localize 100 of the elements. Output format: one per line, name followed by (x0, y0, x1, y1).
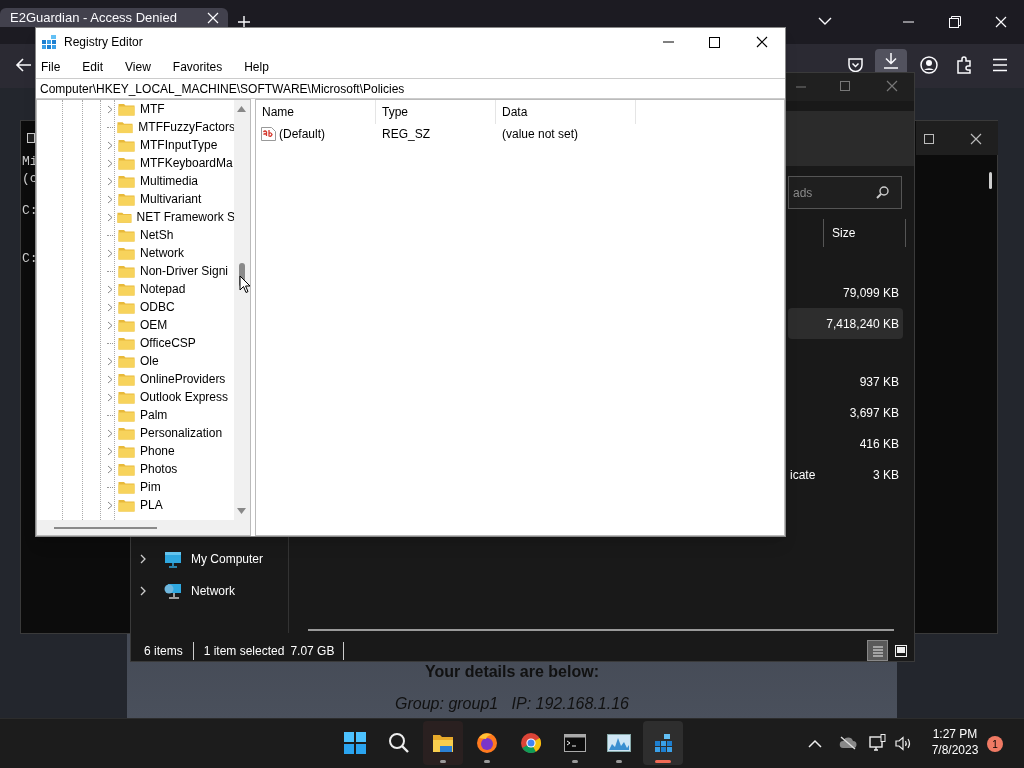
tree-item[interactable]: Notepad (140, 280, 186, 298)
download-icon (883, 52, 899, 69)
nav-label: My Computer (191, 551, 264, 568)
globe-icon (476, 732, 498, 754)
file-size: 7,418,240 KB (826, 315, 899, 333)
folder-icon (118, 462, 135, 476)
folder-icon (118, 444, 135, 458)
tree-item[interactable]: PLA (140, 496, 163, 514)
folder-icon (118, 480, 135, 494)
back-arrow-icon[interactable] (15, 57, 32, 73)
tree-item[interactable]: Multimedia (140, 172, 199, 190)
close-icon[interactable] (755, 35, 769, 49)
file-row[interactable]: 416 KB (788, 428, 903, 459)
tree-item[interactable]: MTFFuzzyFactors (138, 118, 235, 136)
value-row[interactable]: (Default) REG_SZ (value not set) (256, 124, 784, 144)
folder-icon (118, 102, 135, 116)
column-header[interactable]: Data (496, 100, 636, 124)
terminal-line: Mi (22, 154, 38, 170)
folder-icon (118, 354, 135, 368)
tree-item[interactable]: OfficeCSP (140, 334, 196, 352)
network-icon[interactable] (869, 734, 887, 752)
maximize-icon[interactable] (709, 36, 720, 48)
tree-item[interactable]: NetSh (140, 226, 174, 244)
clock-time[interactable]: 1:27 PM (932, 726, 978, 742)
value-data: (value not set) (501, 126, 580, 143)
tree-item[interactable]: Palm (140, 406, 168, 424)
maximize-icon[interactable] (924, 134, 934, 144)
file-row[interactable]: 3,697 KB (788, 397, 903, 428)
tree-item[interactable]: OEM (140, 316, 168, 334)
tree-item[interactable]: NET Framework S (136, 208, 235, 226)
tree-item[interactable]: Phone (140, 442, 175, 460)
nav-item[interactable]: My Computer (139, 543, 264, 575)
menu-item[interactable]: File (40, 58, 62, 76)
chevron-icon[interactable] (139, 554, 147, 564)
tab-title: E2Guardian - Access Denied (10, 8, 178, 27)
tree-item[interactable]: Photos (140, 460, 178, 478)
terminal-line: C: (22, 203, 38, 219)
file-row[interactable]: icate 3 KB (788, 459, 903, 490)
tree-item[interactable]: Outlook Express (140, 388, 229, 406)
pocket-icon[interactable] (847, 57, 864, 74)
plus-icon[interactable] (237, 15, 251, 29)
column-header[interactable]: Type (376, 100, 496, 124)
menu-item[interactable]: Help (243, 58, 270, 76)
tree-item[interactable]: MTF (140, 100, 165, 118)
file-size: 937 KB (859, 373, 899, 391)
column-header[interactable]: Size (824, 219, 905, 247)
account-icon[interactable] (920, 56, 938, 74)
nav-item[interactable]: Network (139, 575, 264, 607)
preview-pane-icon (892, 642, 909, 659)
address-bar[interactable]: Computer\HKEY_LOCAL_MACHINE\SOFTWARE\Microsoft\Policies (36, 78, 785, 99)
speaker-icon[interactable] (895, 736, 912, 751)
folder-icon (118, 318, 135, 332)
folder-icon (118, 408, 135, 422)
tree-item[interactable]: Ole (140, 352, 159, 370)
string-value-icon (261, 127, 276, 141)
folder-icon (118, 390, 135, 404)
cloud-off-icon[interactable] (839, 736, 857, 750)
search-field[interactable]: ads (788, 176, 902, 209)
taskbar-button[interactable] (423, 721, 463, 765)
chevron-down-icon[interactable] (818, 16, 832, 26)
nav-label: Network (191, 583, 235, 600)
tree-item[interactable]: MTFInputType (140, 136, 218, 154)
scrollbar-thumb[interactable] (308, 629, 894, 631)
file-row[interactable]: 7,418,240 KB (788, 308, 903, 339)
menu-item[interactable]: Edit (81, 58, 105, 76)
tree-item[interactable]: OnlineProviders (140, 370, 226, 388)
chevron-icon[interactable] (139, 586, 147, 596)
tree-item[interactable]: Personalization (140, 424, 223, 442)
file-name: icate (790, 466, 817, 484)
terminal-icon (564, 732, 586, 754)
scrollbar-thumb[interactable] (54, 527, 157, 529)
folder-icon (118, 156, 135, 170)
scrollbar-thumb[interactable] (989, 172, 992, 189)
menu-icon[interactable] (992, 58, 1008, 72)
menu-item[interactable]: Favorites (171, 58, 224, 76)
tree-item[interactable]: Multivariant (140, 190, 202, 208)
clock-date[interactable]: 7/8/2023 (931, 742, 979, 758)
restore-icon[interactable] (949, 16, 961, 28)
chevron-up-icon[interactable] (808, 739, 822, 748)
tree-item[interactable]: MTFKeyboardMa (140, 154, 233, 172)
close-icon[interactable] (969, 132, 983, 146)
network-icon (164, 582, 182, 600)
notification-badge[interactable]: 1 (987, 736, 1003, 752)
tree-item[interactable]: Network (140, 244, 184, 262)
column-header[interactable]: Name (256, 100, 376, 124)
tree-item[interactable]: Non-Driver Signi (140, 262, 229, 280)
puzzle-icon[interactable] (956, 56, 973, 74)
folder-icon (118, 426, 135, 440)
folder-icon (117, 120, 134, 134)
file-row[interactable]: 79,099 KB (788, 277, 903, 308)
tree-item[interactable]: Pim (140, 478, 161, 496)
download-button[interactable] (875, 49, 907, 72)
tree-item[interactable]: ODBC (140, 298, 175, 316)
folder-icon (118, 228, 135, 242)
scroll-down-icon[interactable] (237, 508, 246, 514)
file-size: 3 KB (873, 466, 899, 484)
file-row[interactable]: 937 KB (788, 366, 903, 397)
browser-tab[interactable]: E2Guardian - Access Denied (0, 8, 228, 27)
menu-item[interactable]: View (124, 58, 152, 76)
mouse-cursor-icon (239, 275, 251, 294)
